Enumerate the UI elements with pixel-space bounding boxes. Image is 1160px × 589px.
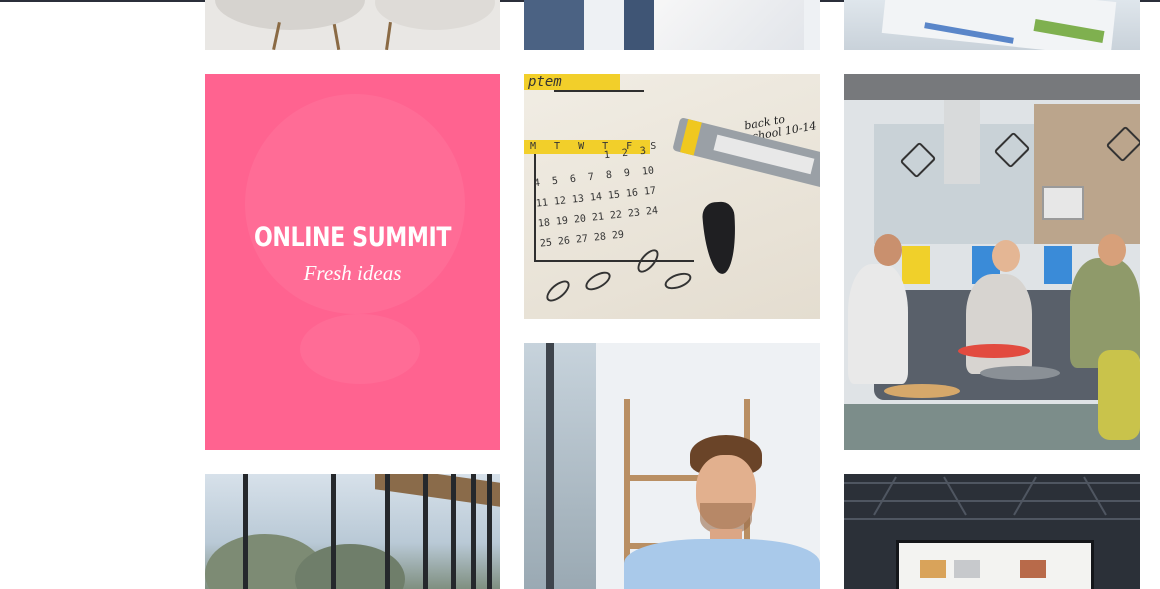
card-title: ONLINE SUMMIT: [253, 222, 452, 253]
calendar-day: 3: [639, 145, 647, 158]
person-head: [874, 234, 902, 266]
calendar-day: 27: [575, 233, 589, 246]
calendar-day: 13: [571, 193, 585, 206]
window-mullion: [385, 474, 390, 589]
shirt: [624, 539, 820, 589]
calendar-day: 14: [589, 191, 603, 204]
calendar-day: 25: [539, 237, 553, 250]
window-mullion: [423, 474, 428, 589]
ink-line: [554, 90, 644, 92]
team-photo[interactable]: [524, 0, 820, 50]
card-subtitle: Fresh ideas: [303, 261, 402, 285]
window-frame: [546, 343, 554, 589]
presentation-hall-photo[interactable]: [844, 474, 1140, 589]
screen-thumbnail: [920, 560, 946, 578]
calendar-day: 12: [553, 195, 567, 208]
floor: [844, 404, 1140, 450]
screen-thumbnail: [954, 560, 980, 578]
window-mullion: [451, 474, 456, 589]
online-summit-card[interactable]: ONLINE SUMMIT Fresh ideas: [205, 74, 500, 450]
calendar-day: 17: [643, 185, 657, 198]
ceiling: [844, 74, 1140, 100]
jeans-right: [624, 0, 654, 50]
yellow-chair: [902, 246, 930, 284]
calendar-day: 21: [591, 211, 605, 224]
month-fragment: ptem: [528, 74, 562, 90]
background-motif: [300, 314, 420, 384]
calendar-day: 26: [557, 235, 571, 248]
range-hood: [944, 100, 980, 184]
calendar-day: 5: [551, 175, 559, 188]
blue-chair: [1044, 246, 1072, 284]
calendar-day: 22: [609, 209, 623, 222]
calendar-day: 18: [537, 217, 551, 230]
calendar-day: 19: [555, 215, 569, 228]
chair-leg: [385, 21, 392, 50]
person-head: [1098, 234, 1126, 266]
office-lounge-photo[interactable]: [844, 74, 1140, 450]
chair-seat: [215, 0, 365, 30]
window-mullion: [331, 474, 336, 589]
calendar-day: 1: [603, 149, 611, 162]
calendar-day: 9: [623, 167, 631, 180]
calendar-notebook-photo[interactable]: ptem M T W T F S S 1 2 3 4 5 6 7 8 9 10 11 12 13 14 15…: [524, 74, 820, 319]
desk-photo[interactable]: [844, 0, 1140, 50]
person-left: [848, 264, 908, 384]
calendar-day: 2: [621, 147, 629, 160]
jeans-left: [524, 0, 584, 50]
calendar-day: 28: [593, 231, 607, 244]
chair-seat: [375, 0, 495, 30]
calendar-day: 6: [569, 173, 577, 186]
smiling-man-photo[interactable]: [524, 343, 820, 589]
kitchen-cabinets: [1034, 104, 1140, 244]
red-table: [958, 344, 1030, 358]
calendar-day: 16: [625, 187, 639, 200]
window: [524, 343, 596, 589]
grey-table: [980, 366, 1060, 380]
chair-leg: [332, 23, 341, 50]
person-head: [992, 240, 1020, 272]
ink-line: [534, 260, 694, 262]
calendar-day: 24: [645, 205, 659, 218]
window-mullion: [243, 474, 248, 589]
calendar-day: 15: [607, 189, 621, 202]
calendar-day: 20: [573, 213, 587, 226]
yellow-armchair: [1098, 350, 1140, 440]
calendar-day: 23: [627, 207, 641, 220]
chairs-photo[interactable]: [205, 0, 500, 50]
geometric-paper: [654, 0, 804, 50]
wood-ceiling: [375, 474, 500, 507]
ceiling-truss: [844, 518, 1140, 520]
oven: [1042, 186, 1084, 220]
glass-windows-photo[interactable]: [205, 474, 500, 589]
pen-band: [680, 119, 702, 156]
calendar-day: 10: [641, 165, 655, 178]
calendar-day: 11: [535, 197, 549, 210]
calendar-day: 7: [587, 171, 595, 184]
paper-sheet: [881, 0, 1117, 50]
window-mullion: [487, 474, 492, 589]
window-mullion: [471, 474, 476, 589]
calendar-day: 8: [605, 169, 613, 182]
calendar-day: 4: [533, 177, 541, 190]
screen-thumbnail: [1020, 560, 1046, 578]
ceiling-truss: [844, 482, 1140, 484]
person-middle: [966, 274, 1032, 374]
calendar-day: 29: [611, 229, 625, 242]
wood-table: [884, 384, 960, 398]
